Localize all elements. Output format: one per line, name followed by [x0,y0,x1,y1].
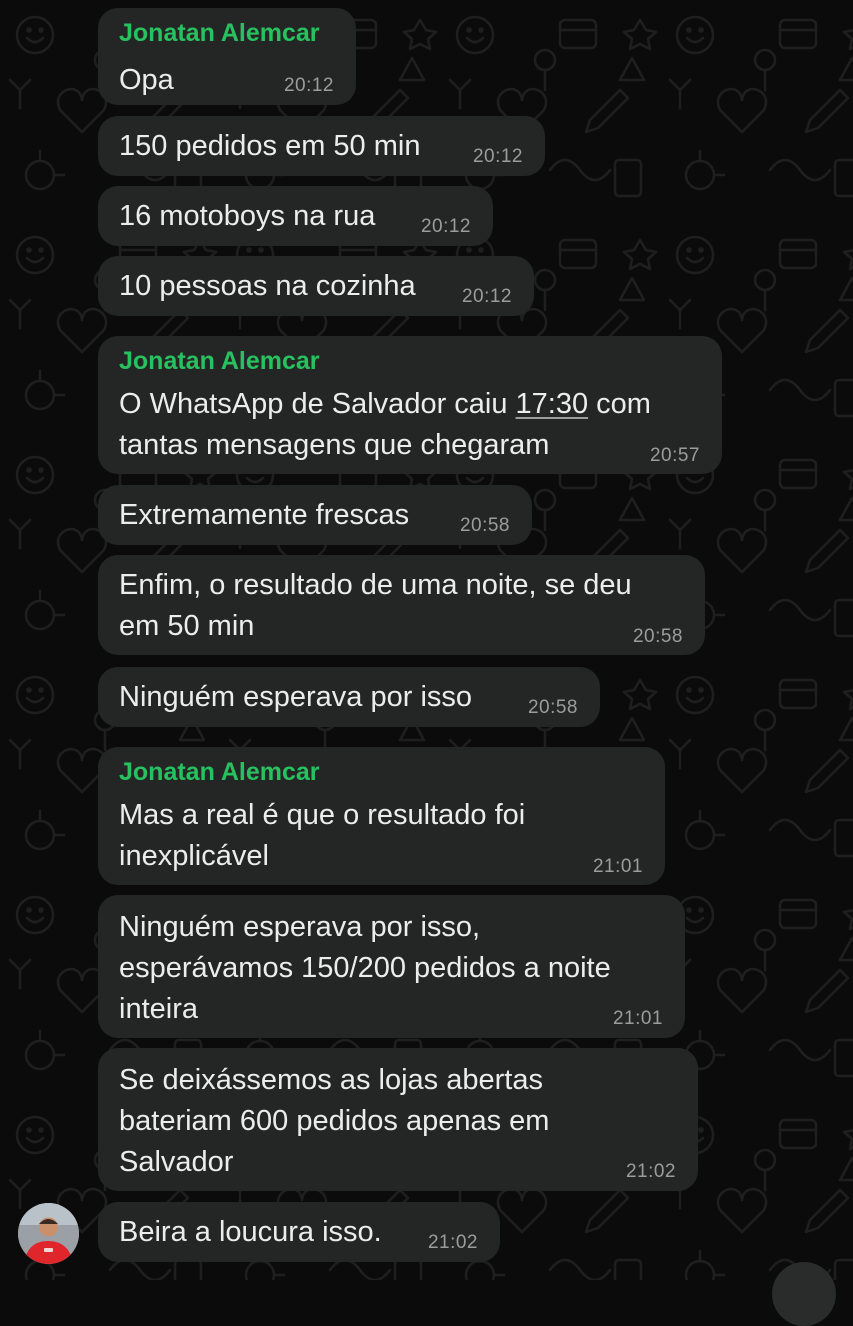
message-time: 20:12 [461,286,512,307]
message-text: Ninguém esperava por isso, [119,911,481,943]
message-time: 20:58 [459,515,510,536]
message-time: 20:12 [420,216,471,237]
message-bubble[interactable]: Ninguém esperava por isso, esperávamos 1… [98,895,685,1038]
message-time: 21:01 [612,1008,663,1029]
message-bubble[interactable]: Jonatan Alemcar Opa 20:12 [98,8,356,105]
message-time: 21:02 [625,1161,676,1182]
message-bubble[interactable]: Jonatan Alemcar O WhatsApp de Salvador c… [98,336,722,474]
message-text-part: O WhatsApp de Salvador caiu [119,388,516,420]
message-time: 21:01 [592,856,643,877]
message-bubble[interactable]: Extremamente frescas 20:58 [98,485,532,545]
message-bubble[interactable]: Enfim, o resultado de uma noite, se deu … [98,555,705,655]
message-text: 10 pessoas na cozinha [119,270,416,302]
message-bubble[interactable]: 16 motoboys na rua 20:12 [98,186,493,246]
message-text: em 50 min [119,610,255,642]
message-bubble[interactable]: 150 pedidos em 50 min 20:12 [98,116,545,176]
message-time: 20:58 [632,626,683,647]
message-time: 20:12 [283,75,334,96]
scroll-down-button[interactable] [772,1262,836,1326]
message-bubble[interactable]: Se deixássemos as lojas abertas bateriam… [98,1048,698,1191]
message-text: inexplicável [119,840,269,872]
message-text: Enfim, o resultado de uma noite, se deu [119,569,632,601]
message-text: Ninguém esperava por isso [119,681,473,713]
message-text-part: com [588,388,651,420]
sender-name[interactable]: Jonatan Alemcar [119,19,320,48]
message-bubble[interactable]: Ninguém esperava por isso 20:58 [98,667,600,727]
message-text: Mas a real é que o resultado foi [119,799,526,831]
message-bubble[interactable]: Beira a loucura isso. 21:02 [98,1202,500,1262]
message-text: Beira a loucura isso. [119,1216,382,1248]
message-bubble[interactable]: Jonatan Alemcar Mas a real é que o resul… [98,747,665,885]
message-text: 16 motoboys na rua [119,200,376,232]
message-time: 20:57 [649,445,700,466]
message-text: tantas mensagens que chegaram [119,429,550,461]
message-bubble[interactable]: 10 pessoas na cozinha 20:12 [98,256,534,316]
message-time: 21:02 [427,1232,478,1253]
message-text: Extremamente frescas [119,499,410,531]
time-link[interactable]: 17:30 [516,388,589,420]
message-text: inteira [119,993,198,1025]
message-text: bateriam 600 pedidos apenas em [119,1105,550,1137]
avatar-photo [18,1203,79,1264]
message-time: 20:12 [472,146,523,167]
message-time: 20:58 [527,697,578,718]
sender-avatar[interactable] [18,1203,79,1264]
message-text: Opa [119,64,174,96]
message-text: O WhatsApp de Salvador caiu 17:30 com [119,384,651,425]
message-text: 150 pedidos em 50 min [119,130,421,162]
message-text: Salvador [119,1146,234,1178]
message-text: Se deixássemos as lojas abertas [119,1064,543,1096]
sender-name[interactable]: Jonatan Alemcar [119,758,320,787]
sender-name[interactable]: Jonatan Alemcar [119,347,320,376]
message-text: esperávamos 150/200 pedidos a noite [119,952,611,984]
